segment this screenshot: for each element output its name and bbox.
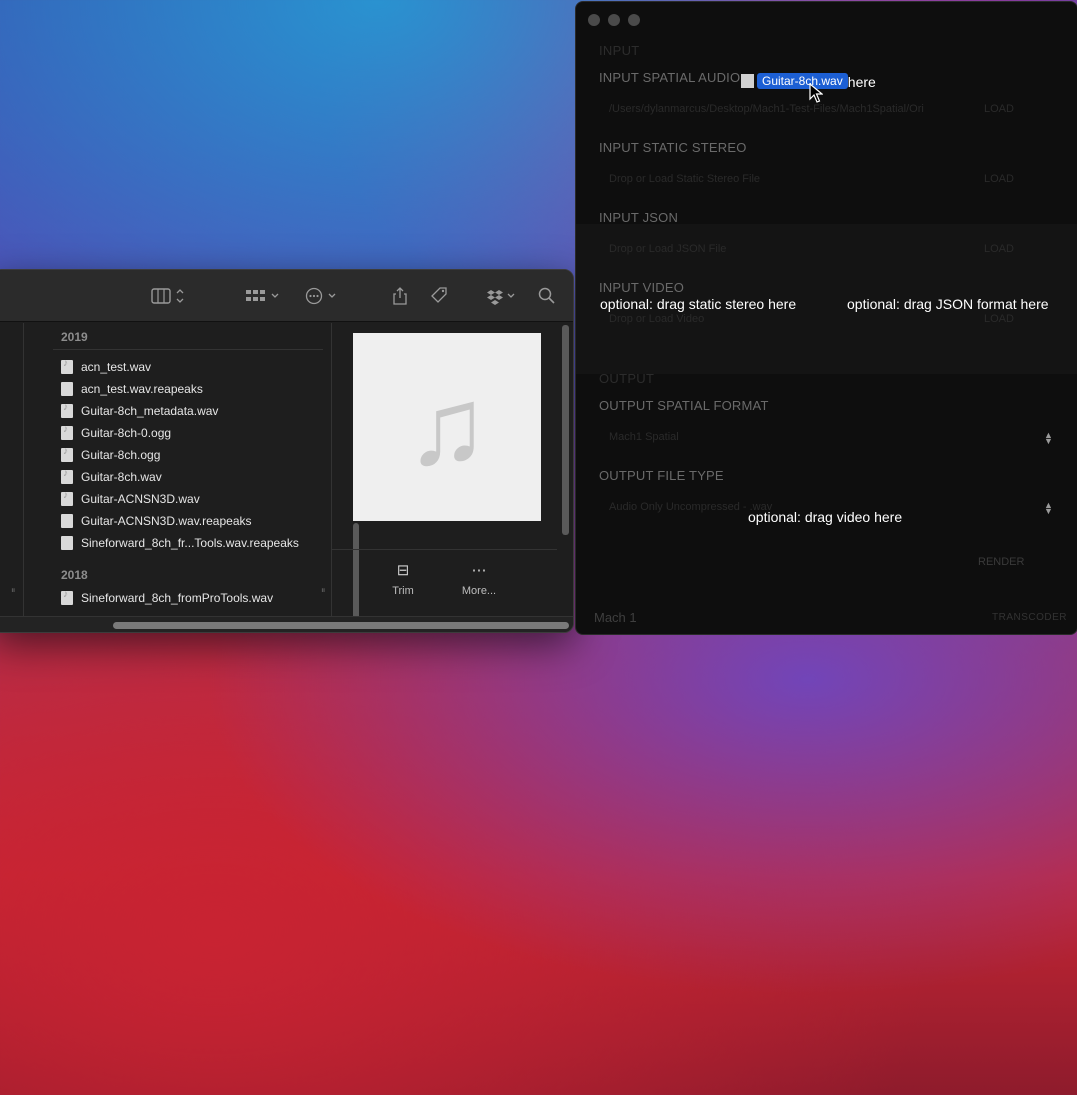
file-name: Guitar-8ch.wav (81, 470, 162, 484)
file-name: Guitar-8ch-0.ogg (81, 426, 172, 440)
input-static-stereo-field[interactable]: Drop or Load Static Stereo File (609, 173, 760, 185)
drop-hint-video: optional: drag video here (748, 509, 903, 525)
audio-file-icon (61, 446, 73, 462)
document-file-icon (61, 382, 73, 396)
column-resize-grip[interactable]: ⏸ (321, 585, 326, 596)
file-row[interactable]: Guitar-ACNSN3D.wav (61, 488, 200, 510)
document-file-icon (61, 536, 73, 550)
share-icon[interactable] (391, 284, 409, 308)
output-file-type-label: OUTPUT FILE TYPE (599, 468, 724, 483)
action-menu-icon[interactable] (305, 284, 341, 308)
output-spatial-format-select[interactable]: Mach1 Spatial (609, 431, 679, 443)
trim-icon: ⊟ (396, 562, 410, 579)
more-button[interactable]: ⋯ More... (449, 561, 509, 597)
audio-file-icon (61, 490, 73, 506)
file-name: Guitar-ACNSN3D.wav (81, 492, 200, 506)
audio-file-icon (61, 468, 73, 484)
file-row[interactable]: Sineforward_8ch_fromProTools.wav (61, 587, 273, 609)
file-row[interactable]: acn_test.wav (61, 356, 151, 378)
preview-pane: ♫ ⊟ Trim ⋯ More... (331, 323, 573, 616)
drop-hint-json: optional: drag JSON format here (847, 296, 1049, 312)
input-json-field[interactable]: Drop or Load JSON File (609, 243, 726, 255)
search-icon[interactable] (538, 284, 556, 308)
music-note-icon: ♫ (353, 333, 541, 521)
input-section-title: INPUT (599, 43, 640, 58)
file-name: Guitar-8ch_metadata.wav (81, 404, 219, 418)
select-arrows-icon[interactable]: ▲ ▼ (1044, 431, 1053, 446)
load-json-button[interactable]: LOAD (984, 243, 1014, 255)
tag-icon[interactable] (429, 284, 449, 308)
file-row[interactable]: Guitar-8ch-0.ogg (61, 422, 171, 444)
load-static-stereo-button[interactable]: LOAD (984, 173, 1014, 185)
input-video-field[interactable]: Drop or Load Video (609, 313, 704, 325)
file-name: acn_test.wav (81, 360, 152, 374)
finder-toolbar (0, 270, 573, 322)
year-header: 2019 (61, 330, 88, 344)
column-resize-grip[interactable]: ⏸ (11, 585, 16, 596)
input-json-label: INPUT JSON (599, 210, 679, 225)
minimize-window-button[interactable] (608, 14, 620, 26)
input-static-stereo-label: INPUT STATIC STEREO (599, 140, 747, 155)
audio-file-icon (61, 589, 73, 605)
finder-window: 2019 acn_test.wav acn_test.wav.reapeaks … (0, 269, 574, 633)
output-section-title: OUTPUT (599, 371, 655, 386)
render-button[interactable]: RENDER (978, 556, 1024, 568)
close-window-button[interactable] (588, 14, 600, 26)
horizontal-scrollbar[interactable] (0, 616, 573, 632)
file-row[interactable]: Guitar-8ch.wav (61, 466, 162, 488)
file-row[interactable]: Guitar-ACNSN3D.wav.reapeaks (61, 510, 252, 532)
audio-file-icon (61, 358, 73, 374)
preview-divider (331, 549, 557, 550)
audio-file-icon (61, 402, 73, 418)
audio-file-icon (741, 74, 754, 88)
cursor-icon (809, 82, 824, 108)
more-label: More... (461, 585, 497, 597)
mach1-transcoder-window: INPUT INPUT SPATIAL AUDIO /Users/dylanma… (575, 1, 1077, 635)
select-arrows-icon[interactable]: ▲ ▼ (1044, 501, 1053, 516)
trim-label: Trim (392, 585, 414, 597)
trim-button[interactable]: ⊟ Trim (373, 561, 433, 597)
year-header: 2018 (61, 568, 88, 582)
document-file-icon (61, 514, 73, 528)
horizontal-scroll-thumb[interactable] (113, 622, 569, 629)
dragged-file[interactable]: Guitar-8ch.wav (741, 73, 848, 89)
load-video-button[interactable]: LOAD (984, 313, 1014, 325)
header-divider (53, 349, 323, 350)
file-row[interactable]: Guitar-8ch_metadata.wav (61, 400, 218, 422)
file-name: Sineforward_8ch_fromProTools.wav (81, 591, 274, 605)
dragged-file-label: Guitar-8ch.wav (757, 73, 848, 89)
mach1-logo-text: Mach 1 (594, 610, 637, 625)
output-spatial-format-label: OUTPUT SPATIAL FORMAT (599, 398, 769, 413)
file-name: Guitar-8ch.ogg (81, 448, 161, 462)
input-spatial-audio-label: INPUT SPATIAL AUDIO (599, 70, 741, 85)
file-name: Guitar-ACNSN3D.wav.reapeaks (81, 514, 252, 528)
drop-hint-static-stereo: optional: drag static stereo here (600, 296, 797, 312)
file-name: Sineforward_8ch_fr...Tools.wav.reapeaks (81, 536, 299, 550)
preview-scrollbar[interactable] (562, 325, 569, 535)
column-view-icon[interactable] (151, 284, 185, 308)
file-row[interactable]: Sineforward_8ch_fr...Tools.wav.reapeaks (61, 532, 299, 554)
finder-content: 2019 acn_test.wav acn_test.wav.reapeaks … (0, 323, 573, 632)
load-spatial-audio-button[interactable]: LOAD (984, 103, 1014, 115)
file-row[interactable]: Guitar-8ch.ogg (61, 444, 160, 466)
group-icon[interactable] (245, 284, 283, 308)
zoom-window-button[interactable] (628, 14, 640, 26)
file-row[interactable]: acn_test.wav.reapeaks (61, 378, 203, 400)
transcoder-label: TRANSCODER (992, 612, 1068, 623)
more-icon: ⋯ (471, 562, 487, 579)
file-name: acn_test.wav.reapeaks (81, 382, 203, 396)
dropbox-icon[interactable] (487, 284, 519, 308)
audio-file-icon (61, 424, 73, 440)
file-list: 2019 acn_test.wav acn_test.wav.reapeaks … (23, 323, 359, 632)
input-video-label: INPUT VIDEO (599, 280, 685, 295)
input-spatial-audio-field[interactable]: /Users/dylanmarcus/Desktop/Mach1-Test-Fi… (609, 103, 924, 115)
